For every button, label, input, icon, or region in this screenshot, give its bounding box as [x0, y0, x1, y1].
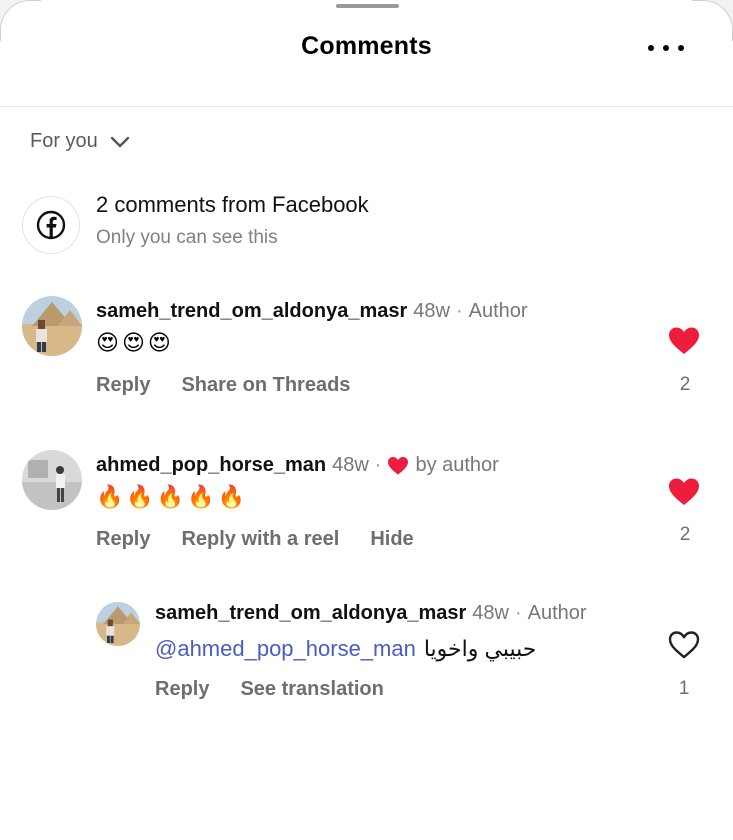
drag-handle[interactable]: [336, 4, 399, 8]
comment-username[interactable]: sameh_trend_om_aldonya_masr: [96, 300, 407, 323]
page-title: Comments: [301, 32, 432, 60]
avatar[interactable]: [22, 450, 82, 510]
comment-actions: Reply Reply with a reel Hide: [96, 528, 445, 551]
reply-item: sameh_trend_om_aldonya_masr 48w · Author…: [0, 602, 733, 712]
chevron-down-icon: [110, 136, 130, 147]
reply-button[interactable]: Reply: [96, 528, 150, 551]
comment-text: @ahmed_pop_horse_man حبيبي واخويا: [155, 636, 536, 662]
facebook-notice-title: 2 comments from Facebook: [96, 192, 369, 217]
reply-button[interactable]: Reply: [96, 374, 150, 397]
reply-with-reel-button[interactable]: Reply with a reel: [181, 528, 339, 551]
avatar[interactable]: [96, 602, 140, 646]
comment-actions: Reply See translation: [155, 678, 415, 701]
comment-time: 48w: [332, 454, 369, 476]
emoji-fire: 🔥: [156, 484, 185, 509]
author-tag: Author: [468, 300, 528, 322]
separator-dot: ·: [455, 300, 463, 322]
separator-dot: ·: [514, 602, 522, 624]
comment-actions: Reply Share on Threads: [96, 374, 381, 397]
comment-text: 🔥 🔥 🔥 🔥 🔥: [96, 484, 245, 510]
like-count: 1: [678, 678, 690, 699]
comment-item: ahmed_pop_horse_man 48w · by author 🔥 🔥 …: [0, 450, 733, 560]
liked-by-author-tag: by author: [415, 454, 499, 476]
facebook-notice-subtitle: Only you can see this: [96, 227, 278, 248]
comment-username[interactable]: sameh_trend_om_aldonya_masr: [155, 602, 466, 625]
emoji-heart-eyes: 😍: [147, 330, 171, 355]
see-translation-button[interactable]: See translation: [240, 678, 383, 701]
comment-header: ahmed_pop_horse_man 48w · by author: [96, 454, 499, 477]
comment-item: sameh_trend_om_aldonya_masr 48w · Author…: [0, 296, 733, 406]
comment-header: sameh_trend_om_aldonya_masr 48w · Author: [155, 602, 587, 625]
emoji-heart-eyes: 😍: [96, 330, 119, 355]
facebook-icon: [36, 210, 66, 240]
sort-filter-dropdown[interactable]: For you: [30, 130, 130, 153]
heart-outline-icon[interactable]: [668, 630, 700, 660]
emoji-heart-eyes: 😍: [121, 330, 145, 355]
mention-link[interactable]: @ahmed_pop_horse_man: [155, 636, 416, 661]
comment-username[interactable]: ahmed_pop_horse_man: [96, 454, 326, 477]
author-tag: Author: [527, 602, 587, 624]
separator-dot: ·: [374, 454, 382, 476]
comment-time: 48w: [472, 602, 509, 624]
share-on-threads-button[interactable]: Share on Threads: [181, 374, 350, 397]
heart-filled-icon[interactable]: [668, 477, 700, 507]
heart-filled-icon[interactable]: [668, 326, 700, 356]
facebook-icon-container: [22, 196, 80, 254]
comment-time: 48w: [413, 300, 450, 322]
like-count: 2: [679, 524, 691, 545]
emoji-fire: 🔥: [217, 484, 246, 509]
reply-button[interactable]: Reply: [155, 678, 209, 701]
facebook-comments-notice: 2 comments from Facebook Only you can se…: [22, 192, 712, 262]
hide-button[interactable]: Hide: [370, 528, 413, 551]
sort-filter-label: For you: [30, 130, 98, 152]
like-count: 2: [679, 374, 691, 395]
comment-arabic-text: حبيبي واخويا: [423, 636, 537, 661]
heart-filled-icon: [388, 456, 409, 475]
avatar[interactable]: [22, 296, 82, 356]
emoji-fire: 🔥: [187, 484, 215, 509]
comment-header: sameh_trend_om_aldonya_masr 48w · Author: [96, 300, 528, 323]
more-horizontal-icon[interactable]: [648, 44, 684, 52]
comments-header: Comments: [0, 0, 733, 107]
emoji-fire: 🔥: [126, 484, 154, 509]
emoji-fire: 🔥: [96, 484, 124, 509]
comment-text: 😍 😍 😍: [96, 330, 171, 356]
